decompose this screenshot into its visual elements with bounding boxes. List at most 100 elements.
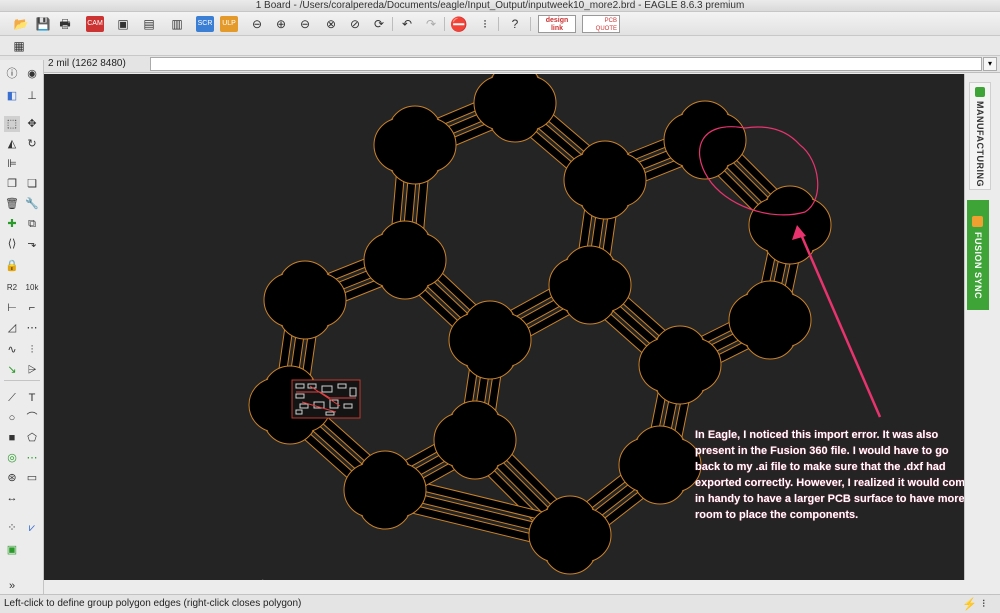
fusion-sync-tab[interactable]: FUSION SYNC xyxy=(967,200,989,310)
manufacturing-tab[interactable]: MANUFACTURING xyxy=(969,82,991,190)
zoom-last-icon[interactable]: ⊘ xyxy=(346,16,364,32)
wire-icon[interactable]: ⟋ xyxy=(4,390,20,406)
info-icon[interactable]: ⓘ xyxy=(4,66,20,82)
script-icon[interactable]: SCR xyxy=(196,16,214,32)
stop-status-icon[interactable]: ⁝ xyxy=(982,595,986,613)
layers-icon[interactable]: ▣ xyxy=(114,16,132,32)
undo-icon[interactable]: ↶ xyxy=(398,16,416,32)
miter-icon[interactable]: ⊢ xyxy=(4,300,20,316)
rectangle-icon[interactable]: ■ xyxy=(4,430,20,446)
design-link-button[interactable]: design link xyxy=(538,15,576,33)
circle-icon[interactable]: ○ xyxy=(4,410,20,426)
redo-icon[interactable]: ↷ xyxy=(422,16,440,32)
secondary-toolbar: ▦ xyxy=(0,36,1000,56)
select-icon[interactable]: ⬚ xyxy=(4,116,20,132)
schematic-icon[interactable]: ▥ xyxy=(168,16,186,32)
split-icon[interactable]: ⟨⟩ xyxy=(4,236,20,252)
command-row: 2 mil (1262 8480) ▾ xyxy=(0,56,1000,73)
attribute-icon[interactable]: ▭ xyxy=(24,470,40,486)
atom-fill xyxy=(634,439,686,491)
right-panel: MANUFACTURING FUSION SYNC xyxy=(964,74,1000,580)
annotation-text: In Eagle, I noticed this import error. I… xyxy=(695,429,972,521)
autorouter-icon[interactable]: ↘ xyxy=(4,362,20,378)
board-icon[interactable]: ▤ xyxy=(140,16,158,32)
save-icon[interactable]: 💾 xyxy=(34,16,52,32)
atom-fill xyxy=(764,199,816,251)
pcb-quote-button[interactable]: PCB QUOTE xyxy=(582,15,620,33)
display-icon[interactable]: ◧ xyxy=(4,88,20,104)
dimension-icon[interactable]: ↔ xyxy=(4,490,20,506)
optimize-icon[interactable]: ⬎ xyxy=(24,236,40,252)
cam-icon[interactable]: CAM xyxy=(86,16,104,32)
atom-fill xyxy=(579,154,631,206)
atom-fill xyxy=(279,274,331,326)
main-toolbar: 📂 💾 🖶 CAM ▣ ▤ ▥ SCR ULP ⊖ ⊕ ⊖ ⊗ ⊘ ⟳ ↶ ↷ … xyxy=(0,12,1000,36)
eagle-window: 1 Board - /Users/coralpereda/Documents/e… xyxy=(0,0,1000,613)
zoom-select-icon[interactable]: ⊗ xyxy=(322,16,340,32)
move-icon[interactable]: ✥ xyxy=(24,116,40,132)
expand-toolbox-icon[interactable]: » xyxy=(4,578,20,594)
atom-fill xyxy=(449,414,501,466)
mirror-icon[interactable]: ◭ xyxy=(4,136,20,152)
atom-fill xyxy=(679,114,731,166)
atom-fill xyxy=(654,339,706,391)
atom-fill xyxy=(744,294,796,346)
replace-icon[interactable]: ⧉ xyxy=(24,216,40,232)
show-icon[interactable]: ◉ xyxy=(24,66,40,82)
coordinate-readout: 2 mil (1262 8480) xyxy=(48,58,126,69)
route-icon[interactable]: ◿ xyxy=(4,320,20,336)
status-bar: Left-click to define group polygon edges… xyxy=(0,594,1000,613)
align-icon[interactable]: ⊫ xyxy=(4,156,20,172)
mark-icon[interactable]: ⊥ xyxy=(24,88,40,104)
fusion-sync-label: FUSION SYNC xyxy=(973,232,983,300)
delete-icon[interactable]: 🗑 xyxy=(4,196,20,212)
paste-icon[interactable]: ❏ xyxy=(24,176,40,192)
copy-icon[interactable]: ❐ xyxy=(4,176,20,192)
command-history-dropdown[interactable]: ▾ xyxy=(983,57,997,71)
smash-icon[interactable]: R2 xyxy=(4,280,20,296)
diff-pair-icon[interactable]: ⩥ xyxy=(24,362,40,378)
manufacturing-icon xyxy=(975,87,985,97)
lock-icon[interactable]: 🔒 xyxy=(4,258,20,274)
zoom-in-icon[interactable]: ⊕ xyxy=(272,16,290,32)
stop-icon[interactable]: ⛔ xyxy=(450,16,468,32)
left-toolbox: ⓘ ◉ ◧ ⊥ ⬚ ✥ ◭ ↻ ⊫ ❐ ❏ 🗑 🔧 ✚ ⧉ ⟨⟩ ⬎ 🔒 R2 … xyxy=(0,60,44,596)
go-icon[interactable]: ⁝ xyxy=(476,16,494,32)
manufacturing-label: MANUFACTURING xyxy=(975,101,985,187)
arc-icon[interactable]: ⌒ xyxy=(24,410,40,426)
status-text: Left-click to define group polygon edges… xyxy=(4,598,302,609)
atom-fill xyxy=(359,464,411,516)
drc-icon[interactable]: ⁘ xyxy=(4,520,20,536)
bend-icon[interactable]: ⌐ xyxy=(24,300,40,316)
hole-icon[interactable]: ⊛ xyxy=(4,470,20,486)
redraw-icon[interactable]: ⟳ xyxy=(370,16,388,32)
zoom-out-icon[interactable]: ⊖ xyxy=(296,16,314,32)
value-icon[interactable]: 10k xyxy=(24,280,40,296)
ulp-icon[interactable]: ULP xyxy=(220,16,238,32)
atom-fill xyxy=(489,77,541,129)
rotate-icon[interactable]: ↻ xyxy=(24,136,40,152)
add-icon[interactable]: ✚ xyxy=(4,216,20,232)
help-icon[interactable]: ? xyxy=(506,16,524,32)
print-icon[interactable]: 🖶 xyxy=(56,16,74,32)
signal-icon[interactable]: ⋯ xyxy=(24,450,40,466)
fusion-icon xyxy=(972,216,983,227)
wrench-icon[interactable]: 🔧 xyxy=(24,196,40,212)
zoom-fit-icon[interactable]: ⊖ xyxy=(248,16,266,32)
atom-fill xyxy=(389,119,441,171)
ratsnest-icon[interactable]: ⫶ xyxy=(24,342,40,358)
window-title: 1 Board - /Users/coralpereda/Documents/e… xyxy=(0,0,1000,12)
meander-icon[interactable]: ∿ xyxy=(4,342,20,358)
command-input[interactable] xyxy=(150,57,982,71)
open-icon[interactable]: 📂 xyxy=(12,16,30,32)
grid-icon[interactable]: ▦ xyxy=(10,38,28,54)
ratsnest-run-icon[interactable]: ▣ xyxy=(4,542,20,558)
errors-icon[interactable]: ⩗ xyxy=(24,520,40,536)
via-icon[interactable]: ◎ xyxy=(4,450,20,466)
lightning-icon[interactable]: ⚡ xyxy=(962,595,977,613)
ripup-icon[interactable]: ⋯ xyxy=(24,320,40,336)
text-icon[interactable]: T xyxy=(24,390,40,406)
polygon-icon[interactable]: ⬠ xyxy=(24,430,40,446)
atom-fill xyxy=(464,314,516,366)
atom-fill xyxy=(379,234,431,286)
